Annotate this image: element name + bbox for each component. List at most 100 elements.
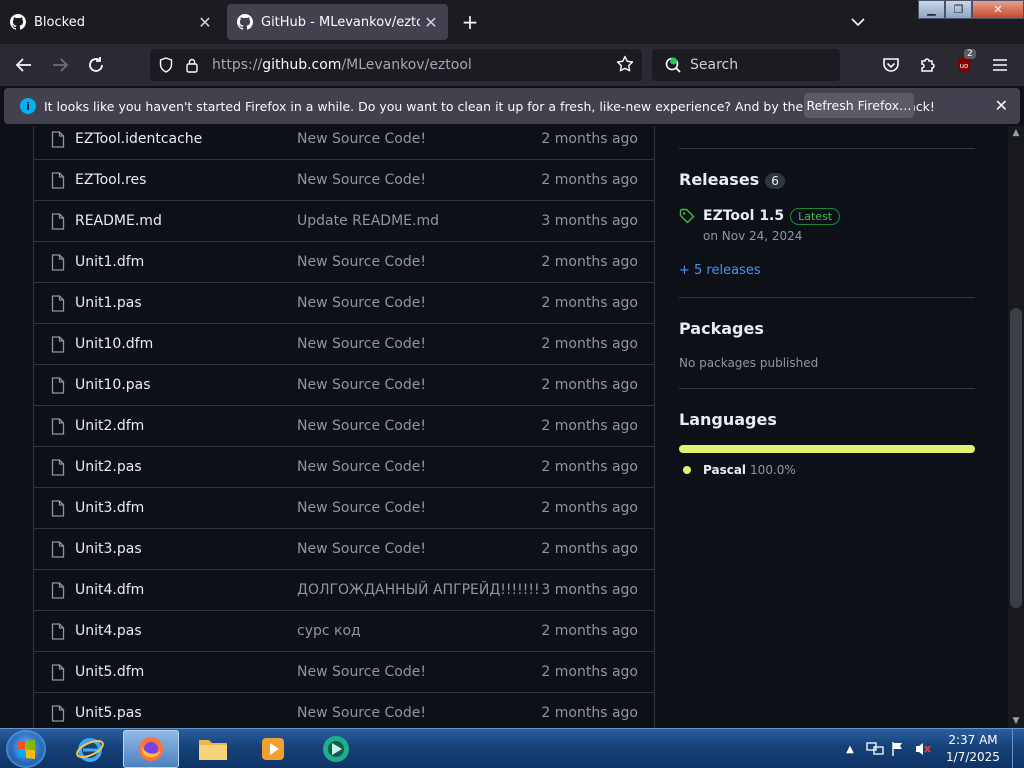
file-name-link[interactable]: Unit10.dfm [75,336,153,352]
reload-button[interactable] [83,53,109,77]
file-name-link[interactable]: Unit1.pas [75,295,142,311]
tab-blocked[interactable]: Blocked ✕ [0,4,222,40]
file-name-link[interactable]: Unit2.pas [75,459,142,475]
commit-message-link[interactable]: Update README.md [297,213,439,229]
file-icon [51,336,65,353]
file-icon [51,705,65,722]
search-bar[interactable]: Search [652,49,840,81]
file-name-link[interactable]: Unit4.pas [75,623,142,639]
file-name-link[interactable]: Unit10.pas [75,377,151,393]
network-icon[interactable] [866,741,884,757]
file-row: EZTool.identcache New Source Code! 2 month… [34,126,654,159]
commit-age: 2 months ago [541,172,638,188]
commit-message-link[interactable]: New Source Code! [297,459,426,475]
taskbar-internet-explorer[interactable] [62,730,118,768]
file-name-link[interactable]: Unit4.dfm [75,582,144,598]
close-window-button[interactable]: ✕ [972,0,1024,19]
show-hidden-icons-icon[interactable]: ▲ [840,744,860,755]
app-menu-button[interactable] [988,53,1012,77]
file-name-link[interactable]: Unit1.dfm [75,254,144,270]
file-name-link[interactable]: Unit2.dfm [75,418,144,434]
file-row: Unit5.dfm New Source Code! 2 months ago [34,651,654,692]
file-name-link[interactable]: EZTool.identcache [75,131,202,147]
commit-age: 2 months ago [541,131,638,147]
commit-age: 3 months ago [541,582,638,598]
ublock-button[interactable]: uo 2 [952,49,976,77]
file-icon [51,254,65,271]
more-releases-link[interactable]: + 5 releases [679,263,761,278]
start-button[interactable] [6,730,46,768]
commit-message-link[interactable]: New Source Code! [297,336,426,352]
commit-message-link[interactable]: сурс код [297,623,361,639]
close-notification-icon[interactable]: ✕ [995,96,1008,115]
commit-message-link[interactable]: New Source Code! [297,172,426,188]
file-icon [51,418,65,435]
svg-text:uo: uo [960,62,969,70]
commit-message-link[interactable]: New Source Code! [297,377,426,393]
scroll-down-arrow-icon[interactable]: ▼ [1011,716,1021,726]
taskbar-app[interactable] [308,730,364,768]
file-name-link[interactable]: README.md [75,213,162,229]
pocket-button[interactable] [879,53,903,77]
tab-strip: Blocked ✕ GitHub - MLevankov/eztool: Пр … [0,0,1024,44]
arrow-right-icon [53,58,69,72]
system-clock[interactable]: 2:37 AM 1/7/2025 [936,732,1010,766]
refresh-firefox-button[interactable]: Refresh Firefox… [804,93,914,118]
commit-message-link[interactable]: New Source Code! [297,541,426,557]
chevron-down-icon [851,18,865,27]
extensions-button[interactable] [916,53,940,77]
commit-message-link[interactable]: New Source Code! [297,418,426,434]
latest-release-link[interactable]: EZTool 1.5 Latest [703,208,841,225]
commit-message-link[interactable]: ДОЛГОЖДАННЫЙ АПГРЕЙД!!!!!!! [297,582,540,598]
taskbar-firefox[interactable] [123,730,179,768]
commit-age: 2 months ago [541,664,638,680]
language-item-pascal[interactable]: Pascal 100.0% [683,463,796,477]
commit-message-link[interactable]: New Source Code! [297,254,426,270]
commit-age: 2 months ago [541,500,638,516]
new-tab-button[interactable]: + [458,10,482,34]
commit-age: 2 months ago [541,541,638,557]
close-tab-icon[interactable]: ✕ [420,11,442,33]
back-button[interactable] [11,53,37,77]
scroll-up-arrow-icon[interactable]: ▲ [1011,128,1021,138]
file-name-link[interactable]: Unit5.pas [75,705,142,721]
tab-github-eztool[interactable]: GitHub - MLevankov/eztool: Пр ✕ [227,4,448,40]
commit-message-link[interactable]: New Source Code! [297,705,426,721]
file-name-link[interactable]: EZTool.res [75,172,146,188]
commit-message-link[interactable]: New Source Code! [297,131,426,147]
maximize-button[interactable]: ❐ [945,0,972,19]
media-player-icon [262,738,284,760]
action-center-flag-icon[interactable] [890,741,906,757]
file-list: EZTool.identcache New Source Code! 2 month… [33,126,655,728]
scrollbar-thumb[interactable] [1010,308,1022,608]
file-row: Unit3.pas New Source Code! 2 months ago [34,528,654,569]
address-bar[interactable]: https://github.com/MLevankov/eztool [150,49,642,81]
shield-icon[interactable] [156,55,176,75]
releases-heading[interactable]: Releases 6 [679,170,785,189]
taskbar-media-player[interactable] [245,730,301,768]
file-name-link[interactable]: Unit5.dfm [75,664,144,680]
refresh-firefox-notification: i It looks like you haven't started Fire… [4,88,1020,124]
packages-heading[interactable]: Packages [679,319,764,338]
close-tab-icon[interactable]: ✕ [194,11,216,33]
taskbar-file-explorer[interactable] [185,730,241,768]
forward-button[interactable] [47,53,73,77]
commit-message-link[interactable]: New Source Code! [297,295,426,311]
commit-message-link[interactable]: New Source Code! [297,664,426,680]
github-icon [10,14,26,30]
list-all-tabs-button[interactable] [846,10,870,34]
file-name-link[interactable]: Unit3.dfm [75,500,144,516]
bookmark-star-icon[interactable] [616,55,634,77]
show-desktop-button[interactable] [1012,729,1024,768]
commit-message-link[interactable]: New Source Code! [297,500,426,516]
file-icon [51,582,65,599]
commit-age: 2 months ago [541,459,638,475]
volume-muted-icon[interactable] [914,741,932,757]
vertical-scrollbar[interactable]: ▲ ▼ [1008,126,1024,728]
minimize-button[interactable]: ▁ [918,0,945,19]
file-name-link[interactable]: Unit3.pas [75,541,142,557]
no-packages-text: No packages published [679,356,819,370]
lock-icon[interactable] [182,55,202,75]
releases-count-badge: 6 [765,173,785,189]
commit-age: 2 months ago [541,705,638,721]
